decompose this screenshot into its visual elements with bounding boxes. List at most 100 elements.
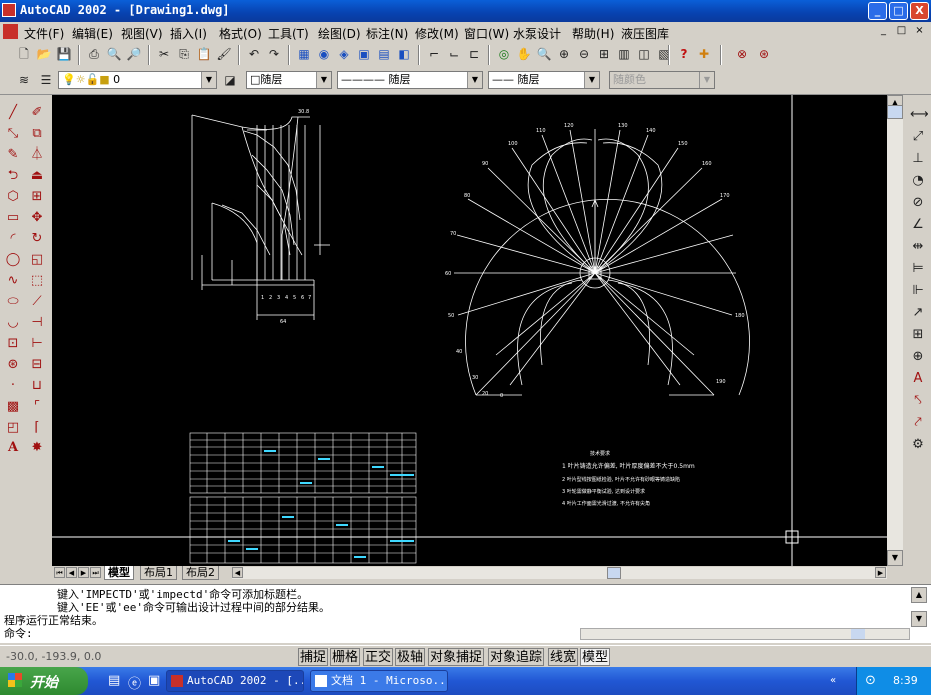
menu-view[interactable]: 视图(V) [121,25,163,42]
polygon-icon[interactable]: ⬡ [5,189,21,205]
menu-modify[interactable]: 修改(M) [415,25,459,42]
print-icon[interactable]: ⎙ [86,46,102,62]
tab-model[interactable]: 模型 [104,566,134,580]
menu-help[interactable]: 帮助(H) [572,25,614,42]
task-autocad[interactable]: AutoCAD 2002 - [... [166,670,304,692]
ordinate-dim-icon[interactable]: ⊥ [910,151,926,167]
tray-network-icon[interactable]: ⊙ [865,673,876,688]
tab-first-icon[interactable]: ⏮ [54,567,65,578]
multiline-icon[interactable]: ✎ [5,147,21,163]
undo-icon[interactable]: ↶ [246,46,262,62]
angular-dim-icon[interactable]: ∠ [910,217,926,233]
erase-icon[interactable]: ✐ [29,105,45,121]
new-file-icon[interactable]: 🗋 [16,46,32,62]
start-button[interactable]: 开始 [0,667,88,695]
stretch-icon[interactable]: ⬚ [29,273,45,289]
layer-manager-icon[interactable]: ≋ [16,72,32,88]
menu-draw[interactable]: 绘图(D) [318,25,361,42]
polar-toggle[interactable]: 极轴 [395,648,426,666]
close-button[interactable]: X [910,2,929,20]
osnap-toggle[interactable]: 对象捕捉 [428,648,485,666]
quick-dim-icon[interactable]: ⇹ [910,239,926,255]
menu-pump-design[interactable]: 水泵设计 [513,25,561,42]
help-icon[interactable]: ? [676,46,692,62]
color-dropdown[interactable]: □随层 ▼ [246,71,332,89]
quicklaunch-media-icon[interactable]: ▣ [148,673,160,688]
ucs-world-icon[interactable]: ⊏ [466,46,482,62]
hscroll-right-icon[interactable]: ▶ [875,567,886,578]
design-center-icon[interactable]: ▣ [356,46,372,62]
ucs-previous-icon[interactable]: ⌙ [446,46,462,62]
redo-icon[interactable]: ↷ [266,46,282,62]
print-preview-icon[interactable]: 🔍 [106,46,122,62]
menu-insert[interactable]: 插入(I) [170,25,207,42]
linetype-dropdown-arrow-icon[interactable]: ▼ [467,72,482,88]
minimize-button[interactable]: _ [868,2,887,20]
tab-last-icon[interactable]: ⏭ [90,567,101,578]
zoom-realtime-icon[interactable]: 🔍 [536,46,552,62]
tab-layout2[interactable]: 布局2 [182,566,219,580]
baseline-dim-icon[interactable]: ⊨ [910,261,926,277]
color-dropdown-arrow-icon[interactable]: ▼ [316,72,331,88]
hscroll-left-icon[interactable]: ◀ [232,567,243,578]
dbconnect-icon[interactable]: ◧ [396,46,412,62]
extend-icon[interactable]: ⊢ [29,336,45,352]
leader-icon[interactable]: ↗ [910,305,926,321]
scale-icon[interactable]: ◱ [29,252,45,268]
cmd-scroll-up-icon[interactable]: ▲ [911,587,927,603]
layer-icon[interactable]: ◫ [636,46,652,62]
dim-style-icon[interactable]: ⚙ [910,437,926,453]
scroll-down-icon[interactable]: ▼ [887,550,903,566]
make-current-layer-icon[interactable]: ◪ [222,72,238,88]
zoom-window-icon[interactable]: ⊕ [556,46,572,62]
polyline-icon[interactable]: ⮌ [5,168,21,184]
properties-icon[interactable]: ▤ [376,46,392,62]
paste-icon[interactable]: 📋 [196,46,212,62]
explode-icon[interactable]: ✸ [29,440,45,456]
save-icon[interactable]: 💾 [56,46,72,62]
trim-icon[interactable]: ⊣ [29,315,45,331]
tray-expand-icon[interactable]: « [830,675,836,686]
linear-dim-icon[interactable]: ⟷ [910,107,929,123]
doc-minimize-button[interactable]: _ [877,25,890,38]
dim-text-edit-icon[interactable]: ⤣ [910,393,926,409]
rectangle-icon[interactable]: ▭ [5,210,21,226]
chamfer-icon[interactable]: ⌜ [29,399,45,415]
command-window[interactable]: 键入'IMPECTD'或'impectd'命令可添加标题栏。 键入'EE'或'e… [0,584,931,643]
break-icon[interactable]: ⊟ [29,357,45,373]
spline-icon[interactable]: ∿ [5,273,21,289]
otrack-toggle[interactable]: 对象追踪 [488,648,545,666]
menu-hydraulic-library[interactable]: 液压图库 [621,25,669,42]
snap-toggle[interactable]: 捕捉 [298,648,329,666]
find-icon[interactable]: 🔎 [126,46,142,62]
quicklaunch-desktop-icon[interactable]: ▤ [108,673,120,688]
doc-close-button[interactable]: × [913,25,926,38]
menu-file[interactable]: 文件(F) [24,25,64,42]
task-word[interactable]: 文档 1 - Microso... [310,670,448,692]
layer-stack-icon[interactable]: ☰ [38,72,54,88]
menu-window[interactable]: 窗口(W) [464,25,509,42]
menu-dimension[interactable]: 标注(N) [366,25,408,42]
layer-dropdown[interactable]: 💡☼🔓■ 0 ▼ [58,71,217,89]
menu-tools[interactable]: 工具(T) [268,25,309,42]
ellipse-icon[interactable]: ⬭ [5,294,21,310]
ellipse-arc-icon[interactable]: ◡ [5,315,21,331]
ortho-toggle[interactable]: 正交 [363,648,394,666]
dim-edit-icon[interactable]: A [910,371,926,387]
pump-tool-2-icon[interactable]: ⊛ [756,46,772,62]
tab-next-icon[interactable]: ▶ [78,567,89,578]
vertical-scrollbar[interactable]: ▲ ▼ [887,95,903,566]
offset-icon[interactable]: ⏏ [29,168,45,184]
region-icon[interactable]: ◰ [5,420,21,436]
fillet-icon[interactable]: ⌈ [29,420,45,436]
array-icon[interactable]: ⊞ [29,189,45,205]
toolpalette-icon[interactable]: ◈ [336,46,352,62]
arc-icon[interactable]: ◜ [5,231,21,247]
dim-update-icon[interactable]: ⤤ [910,415,926,431]
cmd-scroll-down-icon[interactable]: ▼ [911,611,927,627]
grid-toggle[interactable]: 栅格 [330,648,361,666]
3d-orbit-icon[interactable]: ◎ [496,46,512,62]
menu-format[interactable]: 格式(O) [219,25,262,42]
cut-icon[interactable]: ✂ [156,46,172,62]
maximize-button[interactable]: □ [889,2,908,20]
